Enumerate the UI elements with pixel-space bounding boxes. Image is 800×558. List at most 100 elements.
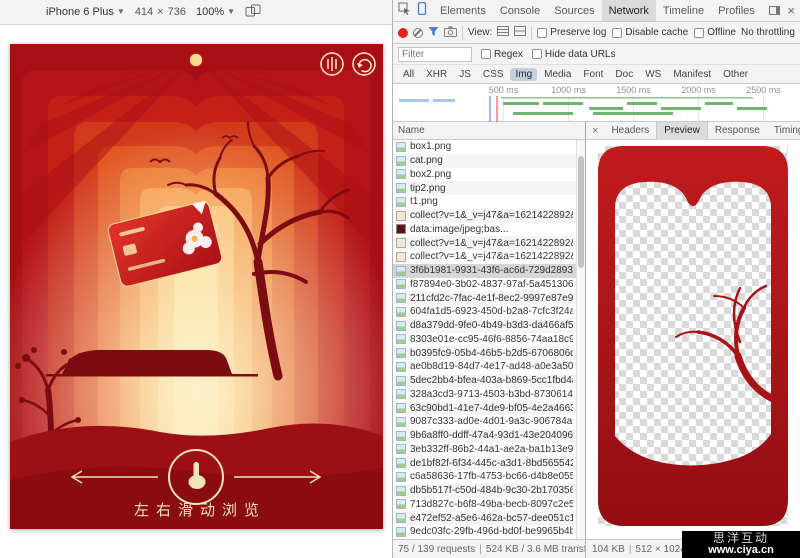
type-filter-pill[interactable]: All (398, 68, 419, 81)
request-row[interactable]: c6a58636-17fb-4753-bc66-d4b8e0551763 (393, 470, 576, 484)
checkbox-icon[interactable] (537, 28, 547, 38)
regex-checkbox[interactable]: Regex (481, 49, 523, 60)
devtools-tab[interactable]: Console (493, 0, 547, 22)
type-filter-pill[interactable]: Doc (610, 68, 638, 81)
request-row[interactable]: de1bf82f-6f34-445c-a3d1-8bd5655429a2 (393, 456, 576, 470)
request-name: 3eb332ff-86b2-44a1-ae2a-ba1b13e965535ef (410, 444, 573, 455)
request-row[interactable]: t1.png (393, 195, 576, 209)
type-filter-pill[interactable]: Font (578, 68, 608, 81)
device-height-field[interactable]: 736 (168, 6, 186, 18)
detail-tab[interactable]: Headers (604, 122, 656, 140)
type-filter-pill[interactable]: CSS (478, 68, 509, 81)
resource-type-icon (396, 417, 406, 427)
request-row[interactable]: 328a3cd3-9713-4503-b3bd-87306146dad1 (393, 388, 576, 402)
type-filter-pill[interactable]: Manifest (668, 68, 716, 81)
request-row[interactable]: ae0b8d19-84d7-4e17-ad48-a0e3a501501f (393, 360, 576, 374)
screenshot-camera-icon[interactable] (444, 26, 457, 40)
request-row[interactable]: 63c90bd1-41e7-4de9-bf05-4e2a46633e27 (393, 401, 576, 415)
request-row[interactable]: 3f6b1981-9931-43f6-ac6d-729d28932a9a (393, 264, 576, 278)
type-filter-pill[interactable]: Media (539, 68, 576, 81)
hide-data-urls-checkbox[interactable]: Hide data URLs (532, 49, 616, 60)
request-row[interactable]: d8a379dd-9fe0-4b49-b3d3-da466af50a92 (393, 319, 576, 333)
inspect-element-icon[interactable] (398, 2, 411, 20)
device-width-field[interactable]: 414 (135, 6, 153, 18)
devtools-tab[interactable]: Network (602, 0, 656, 22)
scrollbar-track[interactable] (576, 140, 585, 539)
request-row[interactable]: collect?v=1&_v=j47&a=1621422892&t=event.… (393, 250, 576, 264)
scrollbar-thumb[interactable] (578, 156, 584, 268)
type-filter-pill[interactable]: XHR (421, 68, 452, 81)
timeline-overview[interactable]: 500 ms1000 ms1500 ms2000 ms2500 ms (393, 84, 800, 122)
filter-funnel-icon[interactable] (428, 26, 439, 40)
request-name: 604fa1d5-6923-450d-b2a8-7cfc3f24a2db (410, 306, 573, 317)
request-row[interactable]: 9edc03fc-29fb-496d-bd0f-be9965b4b8bb (393, 525, 576, 539)
request-row[interactable]: b0395fc9-05b4-46b5-b2d5-6706806db3b0 (393, 346, 576, 360)
zoom-select[interactable]: 100% ▼ (196, 6, 235, 18)
rotate-device-icon[interactable] (245, 4, 261, 20)
preview-image-graphic (598, 146, 788, 526)
request-row[interactable]: 3eb332ff-86b2-44a1-ae2a-ba1b13e965535ef (393, 443, 576, 457)
throttling-select[interactable]: No throttling ▼ (741, 27, 800, 38)
toolbar-checkbox[interactable]: Preserve log (537, 27, 606, 38)
request-row[interactable]: 713d827c-b6f8-49ba-becb-8097c2e59012 (393, 498, 576, 512)
request-row[interactable]: 211cfd2c-7fac-4e1f-8ec2-9997e87e9192 (393, 291, 576, 305)
status-summary: 75 / 139 requests | 524 KB / 3.6 MB tran… (393, 540, 586, 558)
devtools-tab[interactable]: Sources (547, 0, 601, 22)
request-row[interactable]: cat.png (393, 154, 576, 168)
close-detail-icon[interactable]: × (586, 125, 604, 137)
request-name: de1bf82f-6f34-445c-a3d1-8bd5655429a2 (410, 458, 573, 469)
watermark-title: 思洋互动 (682, 532, 800, 545)
request-row[interactable]: box1.png (393, 140, 576, 154)
request-row[interactable]: 604fa1d5-6923-450d-b2a8-7cfc3f24a2db (393, 305, 576, 319)
resource-type-icon (396, 513, 406, 523)
clear-icon[interactable] (413, 28, 423, 38)
request-row[interactable]: collect?v=1&_v=j47&a=1621422892&t=event.… (393, 236, 576, 250)
request-name: 328a3cd3-9713-4503-b3bd-87306146dad1 (410, 389, 573, 400)
detail-tab[interactable]: Preview (656, 122, 708, 140)
dock-side-icon[interactable] (769, 6, 780, 15)
request-row[interactable]: collect?v=1&_v=j47&a=1621422892&t=page..… (393, 209, 576, 223)
device-select[interactable]: iPhone 6 Plus ▼ (46, 6, 125, 18)
resource-type-filters: AllXHRJSCSSImgMediaFontDocWSManifestOthe… (393, 65, 800, 84)
request-row[interactable]: 8303e01e-cc95-46f6-8856-74aa18c9730f (393, 333, 576, 347)
devtools-tab[interactable]: Profiles (711, 0, 762, 22)
view-list-icon[interactable] (497, 26, 509, 39)
request-row[interactable]: 9b6a8ff0-ddff-47a4-93d1-43e2040962ba (393, 429, 576, 443)
record-icon[interactable] (398, 28, 408, 38)
checkbox-icon[interactable] (481, 49, 491, 59)
request-name: 713d827c-b6f8-49ba-becb-8097c2e59012 (410, 499, 573, 510)
request-row[interactable]: data:image/jpeg;bas... (393, 223, 576, 237)
filter-input[interactable] (398, 47, 472, 62)
checkbox-icon[interactable] (612, 28, 622, 38)
resource-type-icon (396, 403, 406, 413)
request-name: 9b6a8ff0-ddff-47a4-93d1-43e2040962ba (410, 430, 573, 441)
request-row[interactable]: f87894e0-3b02-4837-97af-5a4513066f51 (393, 278, 576, 292)
request-row[interactable]: box2.png (393, 168, 576, 182)
devtools-tab[interactable]: Timeline (656, 0, 711, 22)
checkbox-icon[interactable] (532, 49, 542, 59)
type-filter-pill[interactable]: Other (718, 68, 753, 81)
resource-type-icon (396, 348, 406, 358)
close-devtools-icon[interactable]: × (787, 4, 795, 17)
type-filter-pill[interactable]: Img (510, 68, 537, 81)
devtools-tab[interactable]: Elements (433, 0, 493, 22)
resource-type-icon (396, 362, 406, 372)
request-row[interactable]: 5dec2bb4-bfea-403a-b869-5cc1fbd4a37c (393, 374, 576, 388)
request-row[interactable]: db5b517f-c50d-484b-9c30-2b1703568040 (393, 484, 576, 498)
toolbar-checkbox[interactable]: Offline (694, 27, 736, 38)
request-row[interactable]: e472ef52-a5e6-462a-bc57-dee051c1d768 (393, 511, 576, 525)
type-filter-pill[interactable]: JS (454, 68, 476, 81)
name-column-header[interactable]: Name (393, 122, 585, 140)
device-mode-icon[interactable] (415, 2, 428, 20)
preview-image[interactable] (598, 146, 788, 526)
type-filter-pill[interactable]: WS (640, 68, 666, 81)
request-row[interactable]: 9087c333-ad0e-4d01-9a3c-906784a60be2 (393, 415, 576, 429)
request-row[interactable]: tip2.png (393, 181, 576, 195)
checkbox-label: Offline (707, 27, 736, 38)
mobile-viewport[interactable]: 左右滑动浏览 (10, 44, 383, 529)
detail-tab[interactable]: Timing (767, 122, 800, 140)
view-large-rows-icon[interactable] (514, 26, 526, 39)
checkbox-icon[interactable] (694, 28, 704, 38)
detail-tab[interactable]: Response (708, 122, 767, 140)
toolbar-checkbox[interactable]: Disable cache (612, 27, 688, 38)
